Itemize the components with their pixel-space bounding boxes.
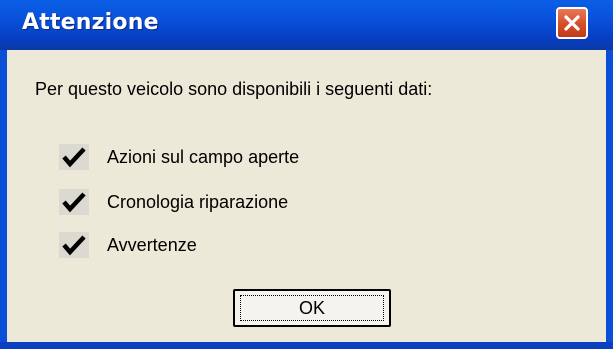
- list-item: Avvertenze: [59, 230, 197, 260]
- checkmark-icon: [62, 192, 86, 213]
- item-label: Cronologia riparazione: [107, 191, 289, 212]
- checkbox[interactable]: [59, 232, 89, 258]
- ok-button[interactable]: OK: [233, 289, 391, 327]
- list-item: Cronologia riparazione: [59, 187, 288, 217]
- item-label: Azioni sul campo aperte: [107, 146, 300, 167]
- checkmark-icon: [62, 235, 86, 256]
- message-text: Per questo veicolo sono disponibili i se…: [35, 79, 433, 99]
- dialog-window: Attenzione Per questo veicolo sono dispo…: [0, 0, 613, 349]
- close-button[interactable]: [556, 7, 588, 39]
- ok-button-label: OK: [240, 295, 384, 321]
- item-label: Avvertenze: [107, 234, 197, 255]
- checkbox[interactable]: [59, 144, 89, 170]
- dialog-body: Per questo veicolo sono disponibili i se…: [7, 50, 606, 342]
- title-bar[interactable]: Attenzione: [0, 0, 613, 50]
- checkbox[interactable]: [59, 189, 89, 215]
- window-title: Attenzione: [22, 10, 159, 35]
- checkmark-icon: [62, 147, 86, 168]
- close-icon: [564, 15, 580, 31]
- window-frame-bottom: [0, 342, 613, 349]
- list-item: Azioni sul campo aperte: [59, 142, 299, 172]
